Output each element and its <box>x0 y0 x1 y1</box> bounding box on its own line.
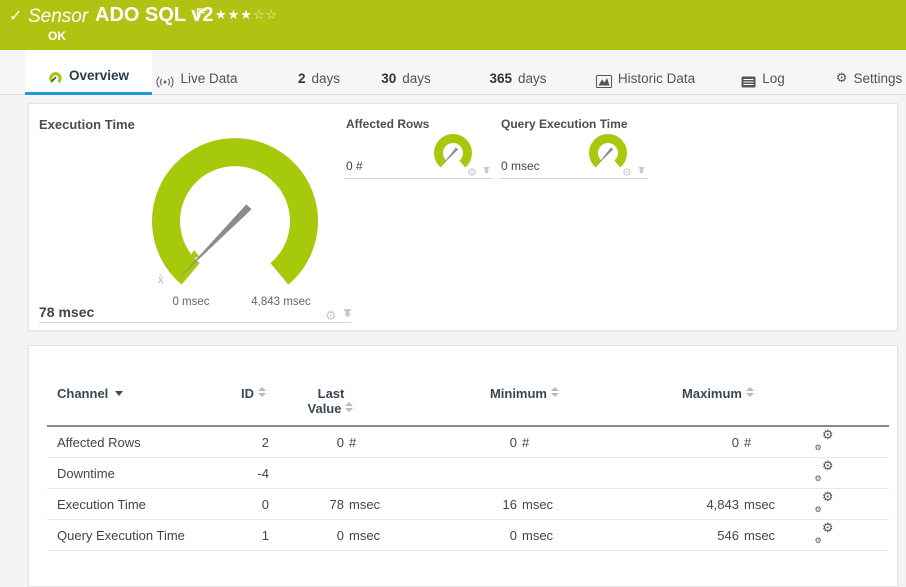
tab-label: days <box>518 71 547 86</box>
channel-settings-icon[interactable]: ⚙ ⚙ <box>815 521 834 545</box>
gauge-title-query-execution-time: Query Execution Time <box>501 117 628 131</box>
table-row: Query Execution Time 1 0 msec 0 msec 546 ms… <box>47 519 889 551</box>
live-data-icon <box>156 76 175 88</box>
sort-icon <box>746 387 755 397</box>
gauge-title-execution-time: Execution Time <box>39 117 135 132</box>
sort-icon <box>551 387 560 397</box>
channel-name: Affected Rows <box>47 426 222 458</box>
execution-time-gauge: x̄ <box>152 138 318 286</box>
sort-desc-icon <box>115 391 124 396</box>
gauge-scale-max: 4,843 msec <box>251 296 311 308</box>
tab-label: Overview <box>68 68 130 83</box>
minimum-value: 16 msec <box>502 496 554 512</box>
tab-live-data[interactable]: Live Data <box>153 50 241 95</box>
tab-number: 30 <box>381 71 397 86</box>
table-row: Affected Rows 2 0 # 0 # 0 # ⚙ ⚙ <box>47 426 889 458</box>
gear-icon[interactable]: ⚙ <box>325 310 337 323</box>
channel-id: -4 <box>222 457 269 489</box>
channels-panel: Channel ID Last Value Minimum Maximum Af… <box>28 345 898 587</box>
channel-id: 2 <box>222 426 269 458</box>
last-value: 0 msec <box>336 527 381 543</box>
tab-label: Log <box>762 71 785 86</box>
gauges-panel: Execution Time x̄ 0 msec 4,843 msec 78 m… <box>28 103 898 331</box>
tab-label: Historic Data <box>617 71 696 86</box>
maximum-value: 4,843 msec <box>706 496 776 512</box>
tab-2-days[interactable]: 2 days <box>290 50 348 95</box>
channel-name: Query Execution Time <box>47 519 222 551</box>
sort-icon <box>345 402 354 412</box>
tab-365-days[interactable]: 365 days <box>481 50 555 95</box>
gear-icon[interactable]: ⚙ <box>622 167 632 178</box>
column-header-actions <box>788 376 860 427</box>
channel-name: Downtime <box>47 457 222 489</box>
tab-number: 365 <box>489 71 512 86</box>
column-header-id[interactable]: ID <box>222 376 269 427</box>
log-icon <box>741 76 756 88</box>
channel-settings-icon[interactable]: ⚙ ⚙ <box>815 490 834 514</box>
gauge-value-execution-time: 78 msec <box>39 304 95 320</box>
tile-separator <box>39 322 351 323</box>
row-spacer <box>860 519 889 551</box>
table-row: Downtime -4 ⚙ ⚙ <box>47 457 889 489</box>
table-row: Execution Time 0 78 msec 16 msec 4,843 msec… <box>47 488 889 520</box>
status-badge: OK <box>48 29 66 43</box>
column-header-maximum[interactable]: Maximum <box>566 376 788 427</box>
tab-30-days[interactable]: 30 days <box>375 50 437 95</box>
sensor-status-bar: ✓ Sensor ADO SQL v2 ★★★☆☆ OK <box>0 0 906 50</box>
maximum-value: 0 # <box>731 434 752 450</box>
flag-icon[interactable] <box>196 7 206 25</box>
tab-bar: Overview Live Data 2 days 30 days 365 da… <box>0 50 906 95</box>
row-spacer <box>860 426 889 458</box>
maximum-value: 546 msec <box>717 527 776 543</box>
channel-name: Execution Time <box>47 488 222 520</box>
minimum-value: 0 # <box>509 434 530 450</box>
channel-settings-icon[interactable]: ⚙ ⚙ <box>815 428 834 452</box>
tab-settings[interactable]: ⚙ Settings <box>829 50 906 95</box>
row-spacer <box>860 457 889 489</box>
column-header-minimum[interactable]: Minimum <box>393 376 566 427</box>
tab-historic-data[interactable]: Historic Data <box>588 50 703 95</box>
gauge-title-affected-rows: Affected Rows <box>346 117 430 131</box>
tab-label: days <box>311 71 341 86</box>
minimum-value: 0 msec <box>509 527 554 543</box>
gauge-needle <box>441 147 459 166</box>
gauge-icon <box>48 71 63 85</box>
gauge-value-affected-rows: 0 # <box>346 159 363 173</box>
tile-separator <box>499 178 648 179</box>
tab-label: Settings <box>853 71 903 86</box>
object-kind-label: Sensor <box>28 6 89 27</box>
last-value: 0 # <box>336 434 357 450</box>
channel-id: 0 <box>222 488 269 520</box>
tab-number: 2 <box>297 71 306 86</box>
gauge-scale-min: 0 msec <box>172 296 210 308</box>
sort-icon <box>258 387 267 397</box>
row-spacer <box>860 488 889 520</box>
tab-log[interactable]: Log <box>734 50 792 95</box>
gauge-value-query-execution-time: 0 msec <box>501 159 540 173</box>
tile-separator <box>344 178 493 179</box>
channel-id: 1 <box>222 519 269 551</box>
tab-label: days <box>402 71 431 86</box>
gear-icon: ⚙ <box>835 71 848 86</box>
tab-overview[interactable]: Overview <box>25 50 152 95</box>
channels-table: Channel ID Last Value Minimum Maximum Af… <box>47 376 889 551</box>
priority-stars[interactable]: ★★★☆☆ <box>215 8 278 23</box>
column-header-last-value[interactable]: Last Value <box>269 376 393 427</box>
last-value: 78 msec <box>329 496 381 512</box>
gear-icon[interactable]: ⚙ <box>467 167 477 178</box>
column-header-spacer <box>860 376 889 427</box>
ok-check-icon: ✓ <box>9 6 23 25</box>
gauge-arc <box>152 138 318 285</box>
channel-settings-icon[interactable]: ⚙ ⚙ <box>815 459 834 483</box>
table-header-row: Channel ID Last Value Minimum Maximum <box>47 376 889 427</box>
tab-label: Live Data <box>180 71 238 86</box>
gauge-needle <box>596 147 614 166</box>
mean-marker: x̄ <box>158 274 164 286</box>
gauge-needle <box>179 204 252 278</box>
historic-data-icon <box>595 75 612 88</box>
column-header-channel[interactable]: Channel <box>47 376 222 427</box>
